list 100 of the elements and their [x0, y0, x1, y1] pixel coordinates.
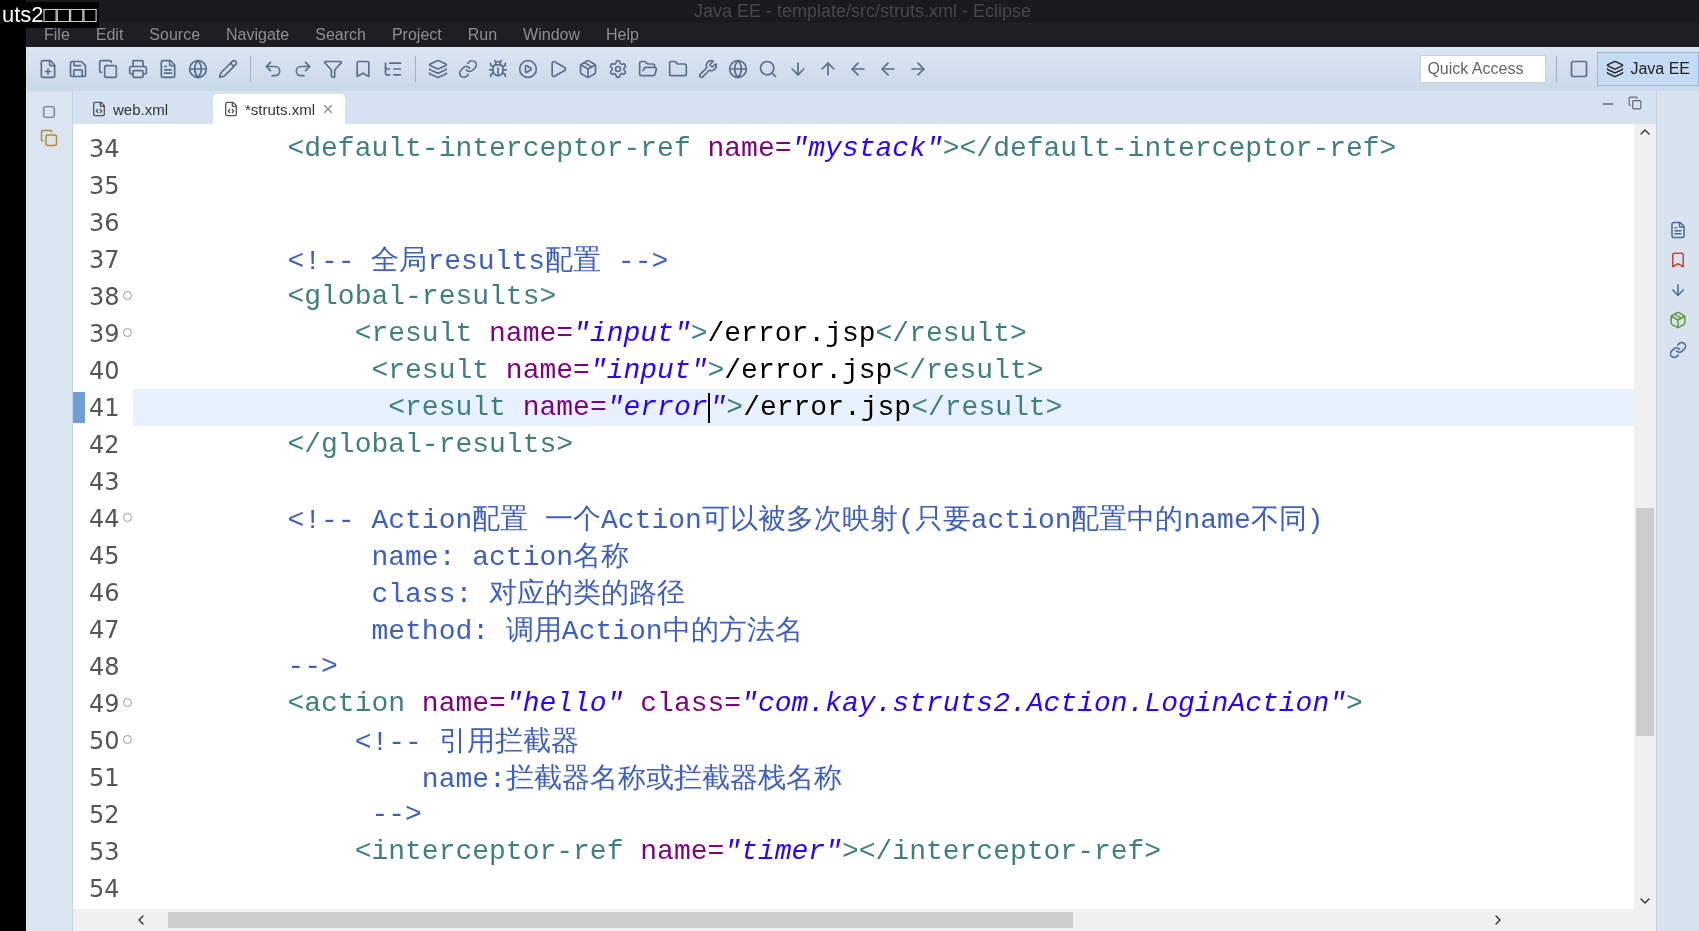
toolbar-button[interactable]	[216, 57, 240, 81]
code-line: -->	[286, 651, 338, 682]
video-caption: uts2□□□□	[0, 2, 99, 28]
save-icon	[68, 59, 88, 79]
pencil-icon	[218, 59, 238, 79]
code-line: <interceptor-ref name="timer"></interceptor-ref>	[353, 836, 1162, 867]
toolbar-button[interactable]	[96, 57, 120, 81]
filter-icon	[323, 59, 343, 79]
line-number: 35	[89, 171, 120, 200]
document-icon[interactable]	[1669, 221, 1687, 239]
code-line: <result name="input">/error.jsp</result>	[353, 318, 1027, 349]
open-perspective-icon	[1569, 59, 1590, 79]
menu-item[interactable]: File	[44, 25, 70, 44]
perspective-icon	[1606, 60, 1625, 78]
line-number: 40	[89, 356, 120, 385]
settings-icon	[608, 59, 628, 79]
line-number: 52	[89, 800, 120, 829]
play-icon	[548, 59, 568, 79]
menu-item[interactable]: Run	[467, 25, 498, 44]
menu-item[interactable]: Edit	[95, 25, 124, 44]
code-line: <action name="hello" class="com.kay.struts2.Action.LoginAction">	[286, 688, 1363, 719]
toolbar-button[interactable]	[426, 57, 450, 81]
bug-icon	[488, 59, 508, 79]
maximize-icon[interactable]	[1628, 95, 1642, 110]
line-number: 45	[89, 541, 120, 570]
code-line: name: action名称	[370, 540, 630, 575]
copy-icon	[98, 59, 118, 79]
code-line: <!-- 引用拦截器	[353, 725, 579, 760]
code-line: <result name="input">/error.jsp</result>	[370, 355, 1044, 386]
wrench-icon	[698, 59, 718, 79]
line-number: 41	[89, 393, 120, 422]
code-line: class: 对应的类的路径	[370, 577, 686, 612]
line-number: 53	[89, 837, 120, 866]
code-line: <!-- Action配置 一个Action可以被多次映射(只要action配置中的name不同)	[286, 503, 1324, 538]
line-number: 42	[89, 430, 120, 459]
code-line: </global-results>	[286, 429, 574, 460]
perspective-button[interactable]: Java EE	[1597, 52, 1699, 86]
line-number: 49	[89, 689, 120, 718]
line-number: 34	[89, 134, 120, 163]
menu-item[interactable]: Window	[523, 25, 580, 44]
line-number: 54	[89, 874, 120, 903]
xml-file-icon	[91, 101, 107, 117]
new-file-icon	[38, 59, 58, 79]
menu-item[interactable]: Source	[149, 25, 201, 44]
run-icon	[518, 59, 538, 79]
xml-file-icon	[223, 101, 239, 117]
code-line: <default-interceptor-ref name="mystack"></default-interceptor-ref>	[286, 133, 1397, 164]
code-line: <!-- 全局results配置 -->	[286, 244, 669, 279]
editor-tab[interactable]: *struts.xml	[213, 94, 345, 124]
close-icon[interactable]	[321, 102, 335, 116]
line-number: 36	[89, 208, 120, 237]
menu-item[interactable]: Help	[606, 25, 639, 44]
package-icon	[578, 59, 598, 79]
restore-icon	[42, 105, 56, 119]
toolbar-button[interactable]	[456, 57, 480, 81]
package-icon[interactable]	[1669, 311, 1687, 329]
menu-item[interactable]: Project	[391, 25, 442, 44]
down-arrow-icon[interactable]	[1669, 281, 1687, 299]
line-number: 47	[89, 615, 120, 644]
globe-icon	[188, 59, 208, 79]
editor-tab[interactable]: web.xml	[81, 94, 205, 124]
print-icon	[128, 59, 148, 79]
code-line: method: 调用Action中的方法名	[370, 614, 803, 649]
search-icon	[758, 59, 778, 79]
menu-item[interactable]: Navigate	[226, 25, 290, 44]
scrollbar-thumb[interactable]	[1636, 508, 1654, 736]
quick-access-field[interactable]: Quick Access	[1420, 55, 1547, 83]
line-number: 43	[89, 467, 120, 496]
toolbar-button[interactable]	[726, 57, 750, 81]
line-number: 38	[89, 282, 120, 311]
line-number: 39	[89, 319, 120, 348]
scrollbar-thumb[interactable]	[168, 912, 1073, 928]
line-number: 46	[89, 578, 120, 607]
line-number: 37	[89, 245, 120, 274]
line-number: 51	[89, 763, 120, 792]
code-line: <global-results>	[286, 281, 557, 312]
line-number: 44	[89, 504, 120, 533]
code-line: <result name="error">/error.jsp</result>	[387, 392, 1063, 423]
toolbar-button[interactable]	[126, 57, 150, 81]
globe-icon	[728, 59, 748, 79]
toolbar-button[interactable]	[516, 57, 540, 81]
code-line: -->	[370, 799, 422, 830]
layers-icon	[428, 59, 448, 79]
undo-icon	[263, 59, 283, 79]
open-folder-icon	[638, 59, 658, 79]
list-icon	[383, 59, 403, 79]
folder-icon	[668, 59, 688, 79]
menu-item[interactable]: Search	[315, 25, 366, 44]
copy-icon	[40, 129, 58, 147]
toolbar-button[interactable]	[186, 57, 210, 81]
toolbar-button[interactable]	[696, 57, 720, 81]
document-icon	[158, 59, 178, 79]
line-number: 50	[89, 726, 120, 755]
link-icon[interactable]	[1669, 341, 1687, 359]
line-number: 48	[89, 652, 120, 681]
bookmark-icon	[353, 59, 373, 79]
redo-icon	[293, 59, 313, 79]
code-line: name:拦截器名称或拦截器栈名称	[420, 762, 842, 797]
link-icon	[458, 59, 478, 79]
bookmark-icon[interactable]	[1669, 251, 1687, 269]
